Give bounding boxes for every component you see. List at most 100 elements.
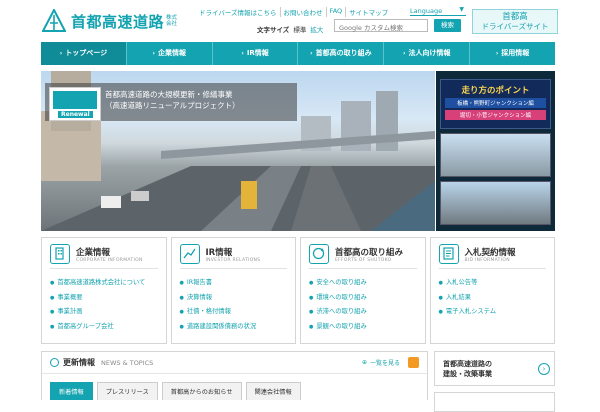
category-title: IR情報 xyxy=(205,247,233,258)
language-label: Language xyxy=(410,7,443,15)
hero-caption: Renewal 首都高速道路の大規模更新・修繕事業 （高速道路リニューアルプロジ… xyxy=(45,83,297,121)
site-logo[interactable]: 首都高速道路 株式会社 xyxy=(41,7,180,33)
search-input[interactable]: Google カスタム検索 xyxy=(334,19,428,32)
side-banner-line2: 建設・改築事業 xyxy=(443,370,492,378)
category-header[interactable]: 入札契約情報 BID INFORMATION xyxy=(438,244,546,269)
category-link-label: 首都高速道路株式会社について xyxy=(57,279,146,286)
renewal-logo-text: Renewal xyxy=(58,111,93,118)
cycle-icon xyxy=(309,244,329,264)
drivers-site-banner[interactable]: 首都高 ドライバーズサイト xyxy=(472,9,558,34)
top-link-drivers-info[interactable]: ドライバーズ情報はこちら xyxy=(196,7,281,17)
chevron-right-icon: › xyxy=(538,363,550,375)
news-more-link[interactable]: ⊕ 一覧を見る xyxy=(362,358,400,367)
category-link[interactable]: ● 首都高速道路株式会社について xyxy=(50,276,158,291)
category-subtitle: EFFORTS OF SHUTOKO xyxy=(335,257,392,263)
hero-title: 首都高速道路の大規模更新・修繕事業 （高速道路リニューアルプロジェクト） xyxy=(105,89,295,111)
category-subtitle: BID INFORMATION xyxy=(464,257,510,263)
font-size-large-button[interactable]: 拡大 xyxy=(310,24,323,34)
news-section: 更新情報 NEWS & TOPICS ⊕ 一覧を見る 新着情報 プレスリリース … xyxy=(41,351,428,400)
arrow-icon: ● xyxy=(438,294,443,301)
nav-item-business[interactable]: › 法人向け情報 xyxy=(384,42,471,65)
category-link[interactable]: ● 入札公告等 xyxy=(439,276,547,291)
category-link[interactable]: ● 渋滞への取り組み xyxy=(309,305,417,320)
chevron-right-icon: › xyxy=(495,50,499,57)
arrow-icon: ● xyxy=(438,309,443,315)
document-icon xyxy=(438,244,459,264)
font-size-standard-button[interactable]: 標準 xyxy=(293,24,306,34)
tab-press-release[interactable]: プレスリリース xyxy=(96,382,158,400)
hero-banner[interactable]: Renewal 首都高速道路の大規模更新・修繕事業 （高速道路リニューアルプロジ… xyxy=(41,71,435,231)
search-button[interactable]: 検索 xyxy=(434,19,461,32)
category-ir: IR情報 INVESTOR RELATIONS ● IR報告書 ● 決算情報 ● 社債… xyxy=(170,237,296,344)
main-nav: › トップページ › 企業情報 › IR情報 › 首都高の取り組み › 法人向け情報 › 採… xyxy=(41,42,555,65)
category-links: ● 安全への取り組み ● 環境への取り組み ● 渋滞への取り組み ● 景観への取り組み xyxy=(309,276,417,334)
thumbnail-driving-points[interactable]: 走り方のポイント 板橋・熊野町ジャンクション編 堀切・小菅ジャンクション編 xyxy=(440,79,551,129)
thumbnail-construction-photo[interactable] xyxy=(440,133,551,177)
chart-icon xyxy=(179,244,200,264)
category-link[interactable]: ● 入札結果 xyxy=(439,291,547,306)
nav-item-corporate[interactable]: › 企業情報 xyxy=(127,42,213,65)
logo-subtext: 株式会社 xyxy=(166,15,178,27)
category-link[interactable]: ● 道路建設関係債務の状況 xyxy=(180,320,288,335)
thumbnail-highway-photo[interactable] xyxy=(440,181,551,225)
rss-icon[interactable] xyxy=(408,357,419,368)
arrow-icon: ● xyxy=(309,323,314,330)
category-subtitle: CORPORATE INFORMATION xyxy=(76,257,143,263)
arrow-icon: ● xyxy=(309,280,314,286)
top-link-contact[interactable]: お問い合わせ xyxy=(281,7,327,17)
side-banner-2[interactable] xyxy=(434,392,555,412)
arrow-icon: ● xyxy=(309,294,314,301)
category-link[interactable]: ● 景観への取り組み xyxy=(309,320,417,335)
category-link-label: 道路建設関係債務の状況 xyxy=(186,322,257,330)
chevron-right-icon: › xyxy=(310,50,313,57)
category-link-label: 安全への取り組み xyxy=(316,279,367,286)
category-link[interactable]: ● 電子入札システム xyxy=(439,305,547,320)
news-title: 更新情報 xyxy=(63,358,95,367)
category-links: ● 入札公告等 ● 入札結果 ● 電子入札システム xyxy=(439,276,547,320)
arrow-icon: ● xyxy=(50,280,55,286)
category-boxes: 企業情報 CORPORATE INFORMATION ● 首都高速道路株式会社につ… xyxy=(41,237,555,344)
category-link[interactable]: ● 首都高グループ会社 xyxy=(50,320,158,335)
category-link-label: IR報告書 xyxy=(186,279,212,286)
chevron-right-icon: › xyxy=(152,50,155,57)
nav-item-ir[interactable]: › IR情報 xyxy=(213,42,299,65)
category-links: ● IR報告書 ● 決算情報 ● 社債・格付情報 ● 道路建設関係債務の状況 xyxy=(180,276,288,334)
category-link[interactable]: ● 決算情報 xyxy=(180,291,288,306)
category-header[interactable]: IR情報 INVESTOR RELATIONS xyxy=(179,244,287,269)
category-link-label: 景観への取り組み xyxy=(316,322,367,330)
news-header: 更新情報 NEWS & TOPICS ⊕ 一覧を見る xyxy=(42,352,427,374)
category-link[interactable]: ● 社債・格付情報 xyxy=(180,305,288,320)
news-subtitle: NEWS & TOPICS xyxy=(101,358,154,367)
nav-item-label: 法人向け情報 xyxy=(408,49,451,57)
top-link-sitemap[interactable]: サイトマップ xyxy=(346,7,391,17)
thumbnail-subtitle-2: 堀切・小菅ジャンクション編 xyxy=(445,110,546,120)
category-link[interactable]: ● 事業計画 xyxy=(50,305,158,320)
nav-item-efforts[interactable]: › 首都高の取り組み xyxy=(298,42,385,65)
arrow-icon: ● xyxy=(438,280,443,286)
tab-affiliates[interactable]: 関連会社情報 xyxy=(245,382,301,400)
arrow-icon: ● xyxy=(179,280,184,286)
category-links: ● 首都高速道路株式会社について ● 事業概要 ● 事業計画 ● 首都高グループ会社 xyxy=(50,276,158,334)
category-link[interactable]: ● IR報告書 xyxy=(180,276,288,291)
tab-new[interactable]: 新着情報 xyxy=(50,382,93,400)
nav-item-recruit[interactable]: › 採用情報 xyxy=(470,42,555,65)
language-select[interactable]: Language ▼ xyxy=(410,6,466,16)
category-link[interactable]: ● 安全への取り組み xyxy=(309,276,417,291)
nav-item-top[interactable]: › トップページ xyxy=(41,42,127,65)
category-corporate: 企業情報 CORPORATE INFORMATION ● 首都高速道路株式会社につ… xyxy=(41,237,167,344)
top-link-faq[interactable]: FAQ xyxy=(327,7,347,17)
category-header[interactable]: 企業情報 CORPORATE INFORMATION xyxy=(50,244,158,269)
category-link[interactable]: ● 事業概要 xyxy=(50,291,158,306)
category-title: 首都高の取り組み xyxy=(335,247,404,258)
tab-notice[interactable]: 首都高からのお知らせ xyxy=(161,382,242,400)
side-banner-construction[interactable]: 首都高速道路の 建設・改築事業 › xyxy=(434,351,555,386)
font-size-label: 文字サイズ xyxy=(257,26,290,34)
side-banner-title: 首都高速道路の 建設・改築事業 xyxy=(443,359,546,379)
category-header[interactable]: 首都高の取り組み EFFORTS OF SHUTOKO xyxy=(309,244,417,269)
side-banner-line1: 首都高速道路の xyxy=(443,360,492,368)
news-icon xyxy=(50,358,59,367)
chevron-right-icon: ⊕ xyxy=(361,359,367,366)
category-link-label: 事業計画 xyxy=(57,308,83,315)
font-size-control: 文字サイズ 標準 拡大 xyxy=(257,24,323,34)
category-link[interactable]: ● 環境への取り組み xyxy=(309,291,417,306)
